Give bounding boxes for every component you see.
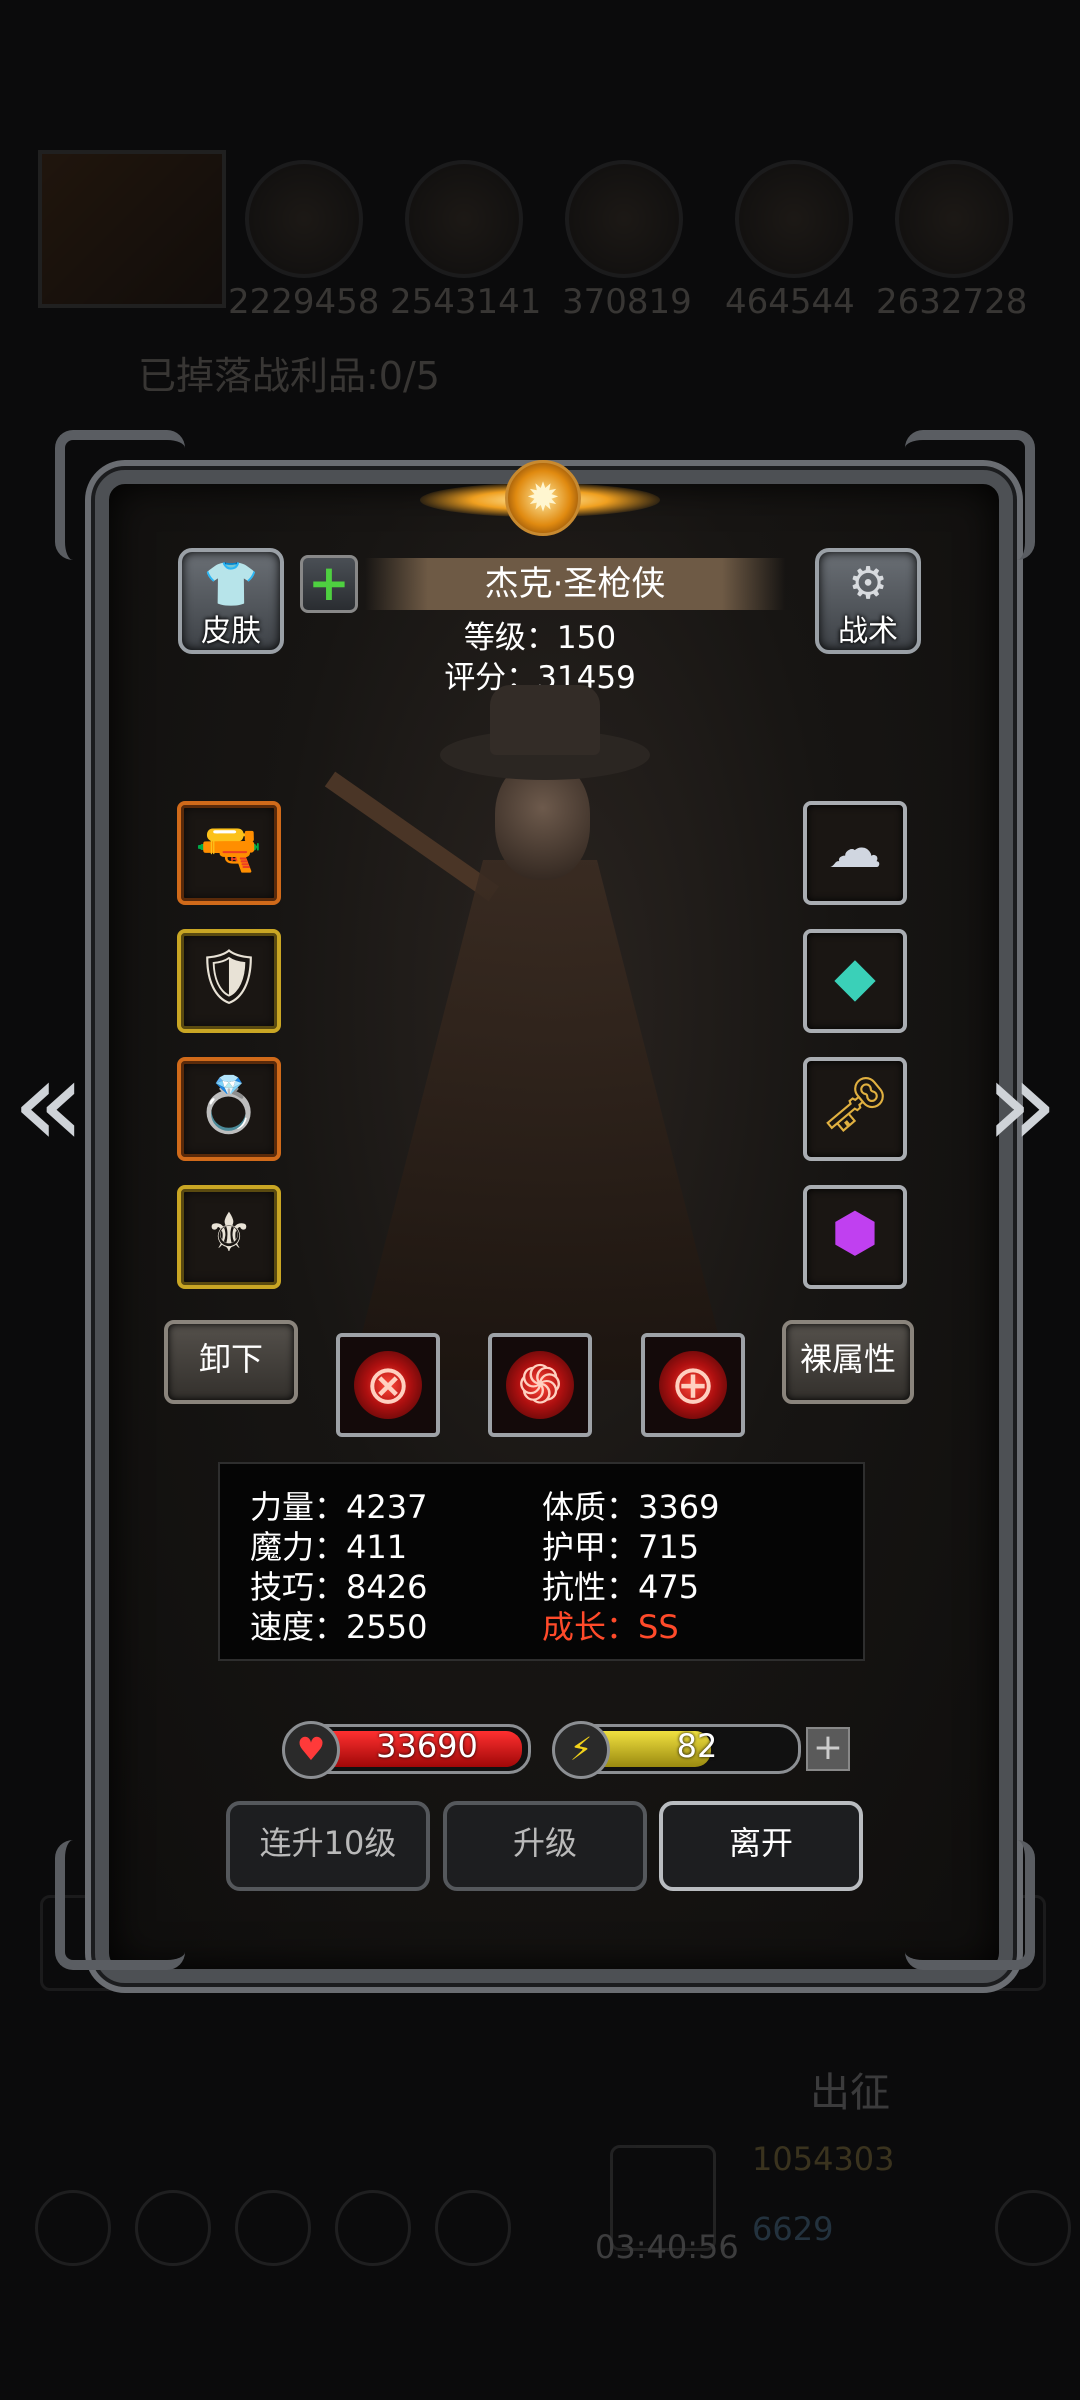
bg-resource-icon bbox=[735, 160, 853, 278]
unequip-button[interactable]: 卸下 bbox=[164, 1320, 298, 1404]
bg-gem-count: 6629 bbox=[752, 2210, 834, 2248]
hat-crown-shape bbox=[490, 685, 600, 755]
chest-armor-icon: 🛡 bbox=[194, 945, 264, 1008]
shirt-swap-icon: 👕 bbox=[203, 559, 259, 610]
hero-level: 等级：150 bbox=[463, 620, 617, 656]
energy-bar: ⚡ 82 bbox=[552, 1721, 801, 1779]
bg-menu-icon bbox=[235, 2190, 311, 2266]
teal-gem-icon: ◆ bbox=[834, 945, 876, 1008]
plus-icon: + bbox=[308, 554, 350, 612]
bg-resource-icon bbox=[895, 160, 1013, 278]
previous-hero-arrow-icon[interactable]: « bbox=[12, 1045, 85, 1165]
bg-timer: 03:40:56 bbox=[595, 2228, 739, 2266]
tactics-label: 战术 bbox=[838, 614, 898, 649]
bg-gold-count: 1054303 bbox=[752, 2140, 895, 2178]
skill-slot-2[interactable]: ֍ bbox=[488, 1333, 592, 1437]
bg-resource-icon bbox=[405, 160, 523, 278]
bg-deploy-label: 出征 bbox=[810, 2070, 890, 2116]
add-hero-button[interactable]: + bbox=[300, 554, 358, 613]
purple-crystal-icon: ⬢ bbox=[831, 1201, 879, 1264]
bg-resource-count: 2229458 bbox=[228, 282, 380, 322]
skill-slot-1[interactable]: ⊗ bbox=[336, 1333, 440, 1437]
shield-emblem-icon: ⚜ bbox=[204, 1201, 254, 1264]
equip-slot-crystal[interactable]: ⬢ bbox=[803, 1185, 907, 1289]
coat-shape bbox=[350, 860, 730, 1380]
bg-resource-count: 464544 bbox=[725, 282, 855, 322]
frame-corner-ornament bbox=[905, 430, 1035, 560]
bg-menu-icon bbox=[435, 2190, 511, 2266]
target-mark: ⊕ bbox=[670, 1353, 716, 1416]
bg-menu-icon bbox=[995, 2190, 1071, 2266]
equip-slot-key[interactable]: 🗝 bbox=[803, 1057, 907, 1161]
tactics-button[interactable]: ⚙ 战术 bbox=[815, 548, 921, 654]
bg-resource-count: 2632728 bbox=[876, 282, 1028, 322]
bg-portrait bbox=[38, 150, 226, 308]
frame-corner-ornament bbox=[55, 430, 185, 560]
stat-speed: 速度：2550 bbox=[250, 1608, 428, 1646]
energy-value: 82 bbox=[676, 1727, 718, 1765]
stat-growth: 成长：SS bbox=[542, 1608, 679, 1646]
panel-emblem: ✹ bbox=[420, 455, 660, 545]
level-up-10-button[interactable]: 连升10级 bbox=[226, 1801, 430, 1891]
equip-slot-ring[interactable]: 💍 bbox=[177, 1057, 281, 1161]
level-up-button[interactable]: 升级 bbox=[443, 1801, 647, 1891]
bg-resource-icon bbox=[245, 160, 363, 278]
spiked-ring-icon: 💍 bbox=[195, 1073, 263, 1136]
vortex-mark: ֍ bbox=[517, 1353, 563, 1416]
gear-icon: ⚙ bbox=[848, 558, 888, 609]
bg-resource-count: 2543141 bbox=[390, 282, 542, 322]
hero-name: 杰克·圣枪侠 bbox=[365, 558, 785, 610]
equip-slot-gem[interactable]: ◆ bbox=[803, 929, 907, 1033]
add-energy-button[interactable]: + bbox=[806, 1727, 850, 1771]
leave-button[interactable]: 离开 bbox=[659, 1801, 863, 1891]
hp-bar: ♥ 33690 bbox=[282, 1721, 531, 1779]
flintlock-pistol-icon: 🔫 bbox=[195, 817, 263, 880]
bg-resource-icon bbox=[565, 160, 683, 278]
base-stats-button[interactable]: 裸属性 bbox=[782, 1320, 914, 1404]
bg-menu-icon bbox=[335, 2190, 411, 2266]
bg-menu-icon bbox=[135, 2190, 211, 2266]
silver-amulet-icon: ☁ bbox=[828, 817, 882, 880]
skill-slot-3[interactable]: ⊕ bbox=[641, 1333, 745, 1437]
equip-slot-weapon[interactable]: 🔫 bbox=[177, 801, 281, 905]
bg-resource-count: 370819 bbox=[562, 282, 692, 322]
skin-button[interactable]: 👕 皮肤 bbox=[178, 548, 284, 654]
stats-panel: 力量：4237 体质：3369 魔力：411 护甲：715 技巧：8426 抗性… bbox=[218, 1462, 865, 1661]
hero-portrait bbox=[300, 685, 800, 1410]
crosshair-mark: ⊗ bbox=[365, 1353, 411, 1416]
next-hero-arrow-icon[interactable]: » bbox=[985, 1045, 1058, 1165]
equip-slot-amulet[interactable]: ☁ bbox=[803, 801, 907, 905]
equip-slot-emblem[interactable]: ⚜ bbox=[177, 1185, 281, 1289]
skin-label: 皮肤 bbox=[201, 614, 261, 649]
bg-menu-icon bbox=[35, 2190, 111, 2266]
sun-emblem-icon: ✹ bbox=[505, 460, 581, 536]
equip-slot-armor[interactable]: 🛡 bbox=[177, 929, 281, 1033]
frame-corner-ornament bbox=[55, 1840, 185, 1970]
frame-corner-ornament bbox=[905, 1840, 1035, 1970]
golden-key-icon: 🗝 bbox=[820, 1073, 890, 1136]
bg-loot-text: 已掉落战利品:0/5 bbox=[138, 354, 440, 398]
hp-value: 33690 bbox=[376, 1727, 478, 1765]
rifle-shape bbox=[324, 771, 499, 902]
